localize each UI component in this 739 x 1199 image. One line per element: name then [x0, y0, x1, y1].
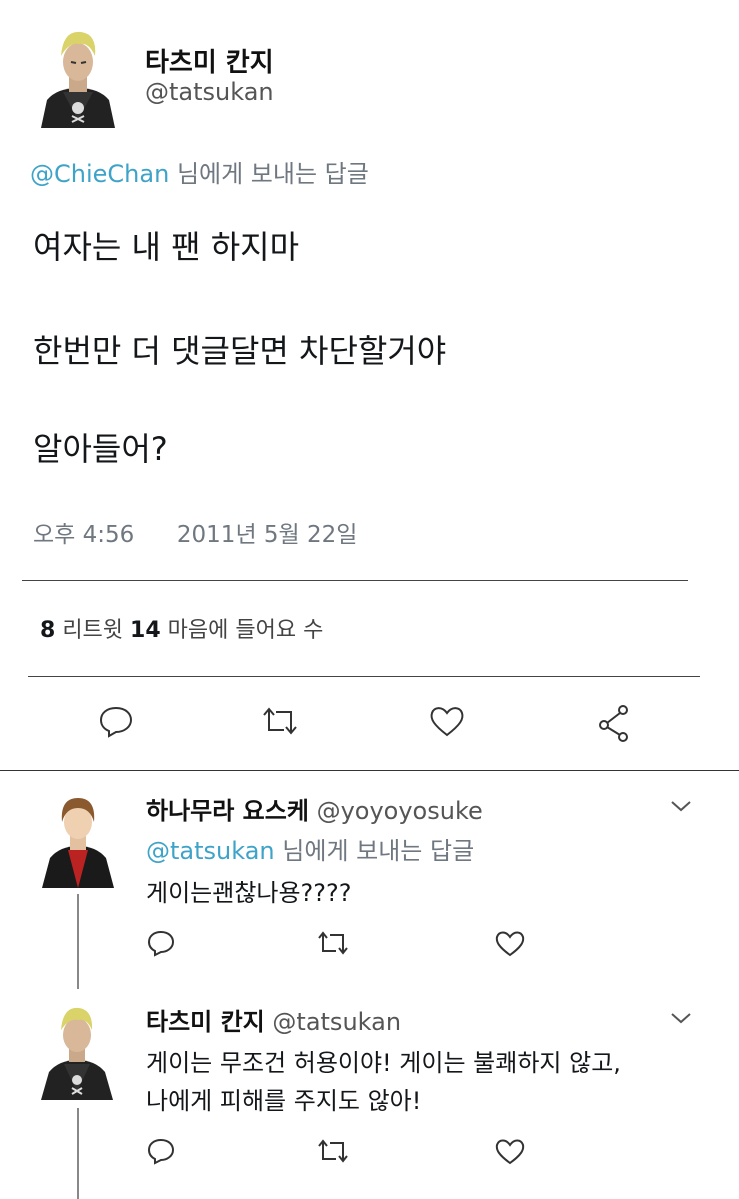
reply-text: 게이는괜찮나용????: [146, 879, 352, 907]
reply-context: @tatsukan 님에게 보내는 답글: [146, 831, 474, 866]
reply-context: @ChieChan 님에게 보내는 답글: [30, 154, 369, 189]
like-label[interactable]: 마음에 들어요 수: [168, 618, 324, 643]
mention-link[interactable]: @tatsukan: [146, 837, 275, 865]
retweet-label[interactable]: 리트윗: [62, 618, 123, 643]
reply-header: 타츠미 칸지 @tatsukan: [146, 1002, 401, 1037]
tweet-time: 오후 4:56: [33, 522, 135, 548]
avatar-kanji[interactable]: [33, 22, 123, 128]
thread-line: [77, 1108, 79, 1199]
reply-context-label: 님에게 보내는 답글: [176, 160, 369, 188]
section-divider: [0, 770, 739, 771]
chevron-down-icon[interactable]: [669, 1008, 693, 1028]
retweet-icon[interactable]: [316, 1136, 350, 1166]
reply-icon[interactable]: [146, 928, 176, 958]
mention-link[interactable]: @ChieChan: [30, 160, 169, 188]
reply-context-label: 님에게 보내는 답글: [282, 837, 475, 865]
like-count[interactable]: 14: [130, 618, 161, 643]
reply-header: 하나무라 요스케 @yoyoyosuke: [146, 791, 483, 826]
display-name[interactable]: 타츠미 칸지: [146, 1008, 265, 1036]
divider: [28, 676, 700, 677]
like-icon[interactable]: [494, 928, 526, 958]
display-name[interactable]: 하나무라 요스케: [146, 797, 309, 825]
tweet-text-line: 알아들어?: [33, 430, 168, 468]
handle[interactable]: @tatsukan: [145, 78, 274, 106]
divider: [22, 580, 688, 581]
chevron-down-icon[interactable]: [669, 796, 693, 816]
handle[interactable]: @yoyoyosuke: [317, 797, 483, 825]
handle[interactable]: @tatsukan: [272, 1008, 401, 1036]
share-icon[interactable]: [596, 703, 632, 743]
tweet-text-line: 한번만 더 댓글달면 차단할거야: [33, 332, 447, 370]
like-icon[interactable]: [494, 1136, 526, 1166]
tweet-date: 2011년 5월 22일: [176, 522, 358, 548]
tweet-text-line: 여자는 내 팬 하지마: [33, 228, 300, 266]
thread-line: [77, 894, 79, 989]
reply-text-line: 나에게 피해를 주지도 않아!: [146, 1087, 422, 1115]
like-icon[interactable]: [428, 703, 466, 739]
retweet-icon[interactable]: [316, 928, 350, 958]
reply-icon[interactable]: [146, 1136, 176, 1166]
reply-icon[interactable]: [98, 703, 134, 739]
retweet-count[interactable]: 8: [40, 618, 55, 643]
reply-text-line: 게이는 무조건 허용이야! 게이는 불쾌하지 않고,: [146, 1049, 621, 1077]
tweet-stats: 8 리트윗 14 마음에 들어요 수: [40, 612, 323, 644]
retweet-icon[interactable]: [260, 703, 300, 739]
tweet-timestamp: 오후 4:56 2011년 5월 22일: [33, 515, 357, 549]
avatar-kanji[interactable]: [37, 1000, 117, 1100]
display-name[interactable]: 타츠미 칸지: [145, 42, 274, 79]
avatar-yosuke[interactable]: [38, 788, 118, 888]
